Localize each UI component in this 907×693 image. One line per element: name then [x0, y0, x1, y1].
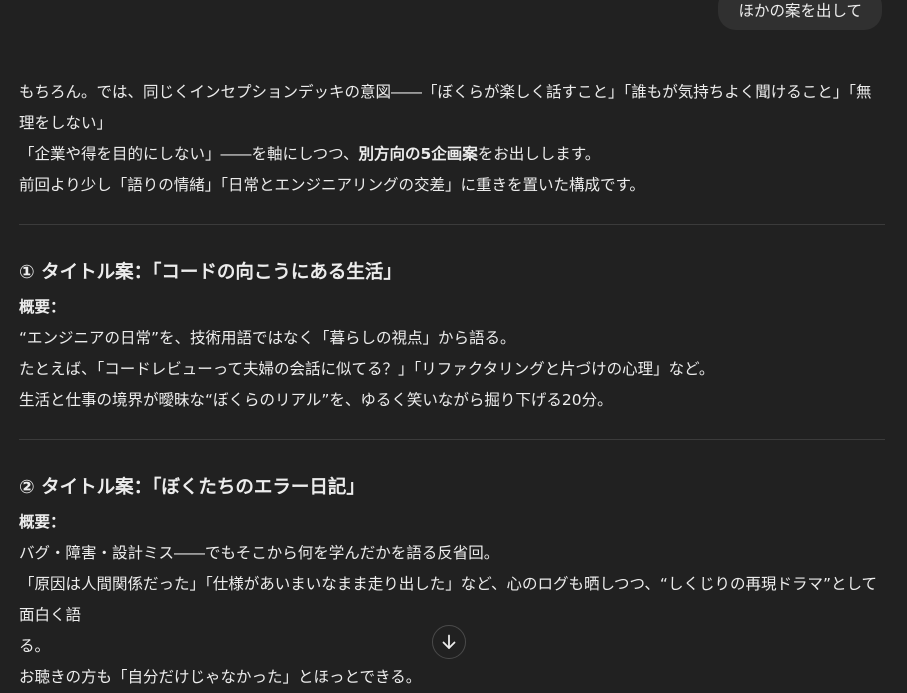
intro-line-1: もちろん。では、同じくインセプションデッキの意図――「ぼくらが楽しく話すこと」「…	[19, 83, 872, 132]
scroll-to-bottom-button[interactable]	[432, 625, 466, 659]
intro-line-2-part-a: 「企業や得を目的にしない」――を軸にしつつ、	[19, 145, 359, 163]
section-1-line-3: 生活と仕事の境界が曖昧な“ぼくらのリアル”を、ゆるく笑いながら掘り下げる20分。	[19, 391, 613, 409]
intro-line-2-part-b: をお出しします。	[477, 145, 601, 163]
arrow-down-icon	[442, 634, 456, 649]
intro-line-2: 「企業や得を目的にしない」――を軸にしつつ、別方向の5企画案をお出しします。	[19, 139, 885, 170]
user-message-bubble: ほかの案を出して	[718, 0, 882, 30]
section-1-title: ① タイトル案：「コードの向こうにある生活」	[19, 262, 402, 283]
section-2-label: 概要：	[19, 513, 66, 531]
assistant-message: もちろん。では、同じくインセプションデッキの意図――「ぼくらが楽しく話すこと」「…	[19, 77, 885, 693]
section-1-line-2: たとえば、「コードレビューって夫婦の会話に似てる？」「リファクタリングと片づけの…	[19, 360, 715, 378]
section-2-line-4: お聴きの方も「自分だけじゃなかった」とほっとできる。	[19, 668, 422, 686]
intro-line-2-bold: 別方向の5企画案	[358, 145, 478, 163]
section-2-title: ② タイトル案：「ぼくたちのエラー日記」	[19, 477, 365, 498]
section-2-line-1: バグ・障害・設計ミス――でもそこから何を学んだかを語る反省回。	[19, 544, 500, 562]
intro-line-3: 前回より少し「語りの情緒」「日常とエンジニアリングの交差」に重きを置いた構成です…	[19, 176, 645, 194]
divider	[19, 224, 885, 225]
section-1-label: 概要：	[19, 298, 66, 316]
section-1-line-1: “エンジニアの日常”を、技術用語ではなく「暮らしの視点」から語る。	[19, 329, 516, 347]
divider	[19, 439, 885, 440]
section-2-line-2: 「原因は人間関係だった」「仕様があいまいなまま走り出した」など、心のログも晒しつ…	[19, 575, 878, 624]
